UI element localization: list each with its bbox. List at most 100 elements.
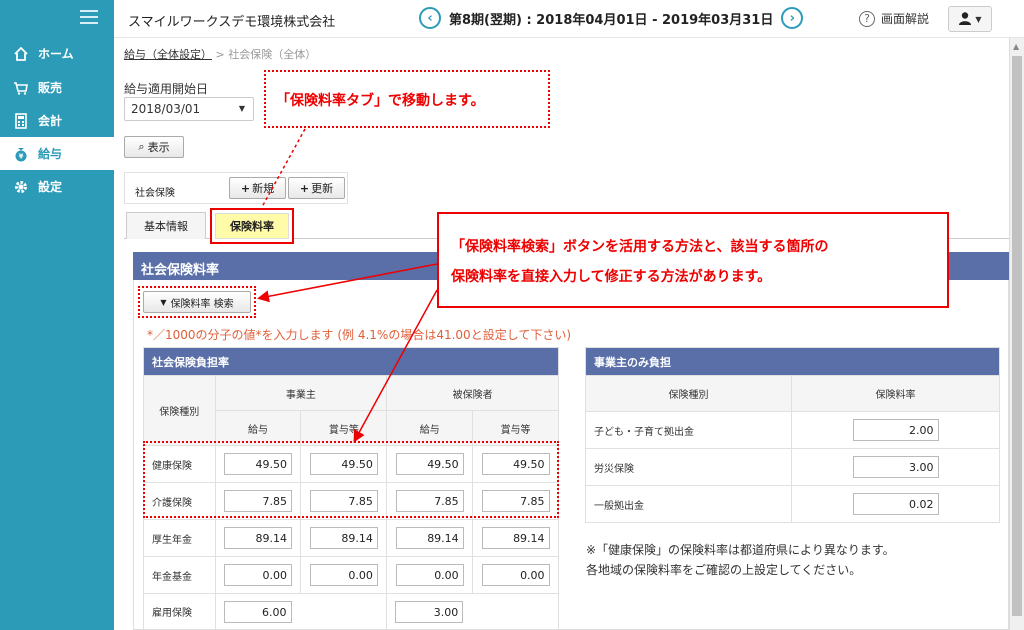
callout2-line-1: 「保険料率検索」ボタンを活用する方法と、該当する箇所の — [451, 239, 829, 255]
rate-search-button[interactable]: ▼ 保険料率 検索 — [143, 291, 251, 313]
type-header: 保険種別 — [585, 375, 792, 412]
insured-header: 被保険者 — [386, 375, 559, 411]
employer-salary-header: 給与 — [214, 410, 302, 446]
insured-bonus-header: 賞与等 — [472, 410, 559, 446]
sidebar-item-label: 会計 — [38, 114, 63, 128]
employer-header: 事業主 — [214, 375, 388, 411]
table-row: 労災保険 3.00 — [585, 448, 1000, 486]
sidebar-item-payroll[interactable]: ¥ 給与 — [0, 137, 114, 170]
start-date-label: 給与適用開始日 — [124, 82, 209, 96]
hamburger-menu-icon[interactable] — [80, 10, 98, 24]
plus-icon: + — [240, 181, 251, 195]
plus-icon: + — [299, 181, 310, 195]
chevron-down-icon: ▼ — [975, 14, 982, 24]
money-bag-icon: ¥ — [12, 145, 30, 163]
sidebar-item-accounting[interactable]: 会計 — [0, 104, 114, 137]
sidebar: ホーム 販売 会計 ¥ 給与 設定 — [0, 0, 114, 630]
start-date-value: 2018/03/01 — [131, 102, 201, 116]
show-button-label: 表示 — [147, 141, 170, 154]
row-label: 労災保険 — [585, 448, 792, 486]
row-label: 雇用保険 — [143, 593, 216, 630]
note-line-2: 各地域の保険料率をご確認の上設定してください。 — [586, 563, 862, 577]
company-name: スマイルワークスデモ環境株式会社 — [128, 15, 336, 30]
type-header: 保険種別 — [143, 375, 216, 446]
rate-input[interactable]: 3.00 — [852, 456, 939, 478]
sidebar-item-label: 販売 — [38, 81, 63, 95]
sidebar-item-label: 給与 — [38, 147, 63, 161]
user-menu-button[interactable]: ▼ — [948, 6, 992, 32]
rate-input[interactable]: 3.00 — [395, 600, 464, 623]
table-row: 一般拠出金 0.02 — [585, 485, 1000, 523]
update-button[interactable]: + 更新 — [288, 177, 345, 199]
rate-input[interactable]: 7.85 — [481, 490, 550, 512]
rate-input[interactable]: 89.14 — [309, 527, 378, 549]
rate-input[interactable]: 49.50 — [309, 453, 378, 475]
table-row: 雇用保険 6.00 3.00 — [143, 593, 559, 630]
table-row: 年金基金 0.00 0.00 0.00 0.00 — [143, 556, 559, 594]
period-navigator: ‹ 第8期(翌期) : 2018年04月01日 - 2019年03月31日 › — [419, 7, 804, 29]
rate-input[interactable]: 0.00 — [223, 564, 292, 586]
rate-input[interactable]: 49.50 — [395, 453, 464, 475]
period-label: 第8期(翌期) : 2018年04月01日 - 2019年03月31日 — [449, 12, 774, 28]
employer-bonus-header: 賞与等 — [300, 410, 388, 446]
annotation-callout-tab: 「保険料率タブ」で移動します。 — [264, 70, 550, 128]
show-button[interactable]: ⌕ 表示 — [124, 136, 184, 158]
sidebar-item-home[interactable]: ホーム — [0, 37, 114, 70]
new-button-label: 新規 — [252, 182, 275, 195]
sidebar-item-settings[interactable]: 設定 — [0, 170, 114, 203]
calculator-icon — [12, 112, 30, 130]
rate-input[interactable]: 49.50 — [481, 453, 550, 475]
top-header: スマイルワークスデモ環境株式会社 ‹ 第8期(翌期) : 2018年04月01日… — [114, 0, 1024, 38]
rate-input[interactable]: 7.85 — [309, 490, 378, 512]
sidebar-item-label: 設定 — [38, 180, 63, 194]
employer-table-title: 事業主のみ負担 — [585, 347, 1000, 376]
next-period-button[interactable]: › — [781, 7, 804, 29]
rate-input[interactable]: 7.85 — [395, 490, 464, 512]
rate-input[interactable]: 89.14 — [223, 527, 292, 549]
social-insurance-label: 社会保険 — [135, 188, 175, 199]
rate-input[interactable]: 7.85 — [223, 490, 292, 512]
sidebar-item-sales[interactable]: 販売 — [0, 71, 114, 104]
cart-icon — [12, 79, 30, 97]
insured-salary-header: 給与 — [386, 410, 474, 446]
rate-input[interactable]: 6.00 — [223, 600, 292, 623]
table-row: 厚生年金 89.14 89.14 89.14 89.14 — [143, 519, 559, 557]
rate-search-label: 保険料率 検索 — [170, 298, 234, 310]
annotation-callout-methods: 「保険料率検索」ボタンを活用する方法と、該当する箇所の 保険料率を直接入力して修… — [437, 212, 949, 308]
new-button[interactable]: + 新規 — [229, 177, 286, 199]
scrollbar-thumb[interactable] — [1012, 56, 1022, 616]
burden-rate-table: 社会保険負担率 保険種別 事業主 被保険者 給与 賞与等 給与 賞与等 健康保険… — [143, 347, 559, 630]
row-label: 年金基金 — [143, 556, 216, 594]
scroll-up-icon[interactable]: ▲ — [1013, 42, 1019, 51]
rate-input[interactable]: 89.14 — [481, 527, 550, 549]
rate-input[interactable]: 0.02 — [852, 493, 939, 515]
breadcrumb-link-payroll[interactable]: 給与（全体設定） — [124, 48, 212, 61]
tab-basic-info[interactable]: 基本情報 — [126, 212, 206, 239]
callout2-line-2: 保険料率を直接入力して修正する方法があります。 — [451, 269, 772, 285]
chevron-down-icon: ▼ — [238, 104, 245, 113]
rate-input[interactable]: 0.00 — [395, 564, 464, 586]
row-label: 健康保険 — [143, 445, 216, 483]
start-date-select[interactable]: 2018/03/01 ▼ — [124, 97, 254, 121]
table-row: 子ども・子育て拠出金 2.00 — [585, 411, 1000, 449]
help-link[interactable]: ? 画面解説 — [859, 10, 929, 27]
breadcrumb: 給与（全体設定） > 社会保険（全体） — [124, 46, 316, 62]
gear-icon — [12, 178, 30, 196]
prefecture-note: ※「健康保険」の保険料率は都道府県により異なります。 各地域の保険料率をご確認の… — [586, 540, 895, 580]
burden-table-title: 社会保険負担率 — [143, 347, 559, 376]
rate-input[interactable]: 89.14 — [395, 527, 464, 549]
help-label: 画面解説 — [881, 12, 930, 26]
row-label: 厚生年金 — [143, 519, 216, 557]
rate-input[interactable]: 2.00 — [852, 419, 939, 441]
search-button-highlight: ▼ 保険料率 検索 — [138, 286, 256, 318]
vertical-scrollbar[interactable]: ▲ — [1009, 38, 1024, 630]
rate-input[interactable]: 0.00 — [481, 564, 550, 586]
rate-input[interactable]: 49.50 — [223, 453, 292, 475]
tab-insurance-rate-label: 保険料率 — [215, 213, 289, 239]
search-icon: ⌕ — [138, 140, 145, 153]
tab-insurance-rate[interactable]: 保険料率 — [210, 208, 294, 244]
rate-input[interactable]: 0.00 — [309, 564, 378, 586]
update-button-label: 更新 — [311, 182, 334, 195]
prev-period-button[interactable]: ‹ — [419, 7, 441, 29]
sidebar-item-label: ホーム — [38, 47, 74, 61]
